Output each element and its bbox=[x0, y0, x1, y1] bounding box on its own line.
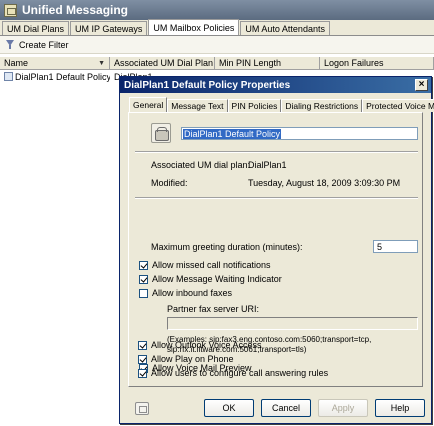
tab-pin-policies[interactable]: PIN Policies bbox=[227, 99, 282, 112]
tab-general[interactable]: General bbox=[129, 97, 168, 112]
greeting-duration-input[interactable]: 5 bbox=[373, 240, 418, 253]
properties-dialog: DialPlan1 Default Policy Properties × Ge… bbox=[119, 76, 434, 424]
console-title-bar: Unified Messaging bbox=[0, 0, 434, 20]
checkbox-label: Allow missed call notifications bbox=[152, 260, 271, 270]
checkbox-box bbox=[139, 288, 148, 298]
divider bbox=[135, 151, 418, 153]
modified-value: Tuesday, August 18, 2009 3:09:30 PM bbox=[248, 178, 401, 188]
tab-um-dial-plans[interactable]: UM Dial Plans bbox=[2, 21, 70, 35]
tab-protected-voice-mail[interactable]: Protected Voice Mail bbox=[362, 99, 434, 112]
inbound-faxes-checkbox[interactable]: Allow inbound faxes bbox=[139, 288, 232, 298]
sort-arrow-icon: ▼ bbox=[98, 59, 105, 67]
play-on-phone-checkbox[interactable]: Allow Play on Phone bbox=[138, 354, 234, 364]
call-answering-rules-checkbox[interactable]: Allow users to configure call answering … bbox=[138, 368, 328, 378]
ok-button[interactable]: OK bbox=[204, 399, 254, 417]
fax-server-label: Partner fax server URI: bbox=[167, 304, 260, 314]
cancel-button[interactable]: Cancel bbox=[261, 399, 311, 417]
checkbox-label: Allow inbound faxes bbox=[152, 288, 233, 298]
mailbox-policy-icon bbox=[4, 72, 13, 81]
filter-icon bbox=[5, 39, 16, 50]
column-header-label: Name bbox=[4, 58, 29, 68]
tab-dialing-restrictions[interactable]: Dialing Restrictions bbox=[281, 99, 363, 112]
tab-um-mailbox-policies[interactable]: UM Mailbox Policies bbox=[148, 19, 240, 35]
checkbox-label: Allow Outlook Voice Access bbox=[151, 340, 262, 350]
checkbox-box bbox=[139, 274, 148, 284]
tab-message-text[interactable]: Message Text bbox=[167, 99, 228, 112]
toolbar: Create Filter bbox=[0, 36, 434, 54]
checkbox-label: Allow users to configure call answering … bbox=[151, 368, 329, 378]
dial-plan-label: Associated UM dial plan: bbox=[151, 160, 251, 170]
checkbox-box bbox=[139, 260, 148, 270]
modified-label: Modified: bbox=[151, 178, 188, 188]
checkbox-box bbox=[138, 340, 147, 350]
dial-plan-value: DialPlan1 bbox=[248, 160, 287, 170]
row-name-cell: DialPlan1 Default Policy bbox=[0, 72, 110, 82]
column-header-min-pin[interactable]: Min PIN Length bbox=[215, 57, 320, 69]
outlook-voice-access-checkbox[interactable]: Allow Outlook Voice Access bbox=[138, 340, 262, 350]
column-header-label: Logon Failures bbox=[324, 58, 384, 68]
help-button[interactable]: Help bbox=[375, 399, 425, 417]
checkbox-box bbox=[138, 354, 147, 364]
column-header-name[interactable]: Name ▼ bbox=[0, 57, 110, 69]
policy-name-value: DialPlan1 Default Policy bbox=[183, 128, 282, 139]
dialog-title: DialPlan1 Default Policy Properties bbox=[120, 77, 431, 93]
console-tabs: UM Dial Plans UM IP Gateways UM Mailbox … bbox=[0, 19, 434, 36]
checkbox-label: Allow Message Waiting Indicator bbox=[152, 274, 282, 284]
column-header-label: Min PIN Length bbox=[219, 58, 282, 68]
tab-um-auto-attendants[interactable]: UM Auto Attendants bbox=[240, 21, 330, 35]
unified-messaging-icon bbox=[4, 3, 17, 17]
column-header-dial-plan[interactable]: Associated UM Dial Plan bbox=[110, 57, 215, 69]
missed-call-notifications-checkbox[interactable]: Allow missed call notifications bbox=[139, 260, 271, 270]
apply-button[interactable]: Apply bbox=[318, 399, 368, 417]
help-book-icon bbox=[135, 402, 149, 415]
grid-header: Name ▼ Associated UM Dial Plan Min PIN L… bbox=[0, 57, 434, 70]
message-waiting-indicator-checkbox[interactable]: Allow Message Waiting Indicator bbox=[139, 274, 282, 284]
policy-name-input[interactable]: DialPlan1 Default Policy bbox=[181, 127, 418, 140]
tab-um-ip-gateways[interactable]: UM IP Gateways bbox=[70, 21, 148, 35]
close-icon[interactable]: × bbox=[415, 79, 428, 91]
greeting-duration-label: Maximum greeting duration (minutes): bbox=[151, 242, 303, 252]
create-filter-button[interactable]: Create Filter bbox=[19, 40, 69, 50]
console-title: Unified Messaging bbox=[22, 3, 129, 17]
row-name: DialPlan1 Default Policy bbox=[15, 72, 110, 82]
dialog-tabs: General Message Text PIN Policies Dialin… bbox=[129, 97, 434, 112]
voicemail-phone-icon bbox=[151, 123, 171, 143]
column-header-label: Associated UM Dial Plan bbox=[114, 58, 214, 68]
column-header-logon-failures[interactable]: Logon Failures bbox=[320, 57, 434, 69]
checkbox-box bbox=[138, 368, 147, 378]
fax-server-input[interactable] bbox=[167, 317, 418, 330]
checkbox-label: Allow Play on Phone bbox=[151, 354, 234, 364]
divider bbox=[135, 197, 418, 199]
